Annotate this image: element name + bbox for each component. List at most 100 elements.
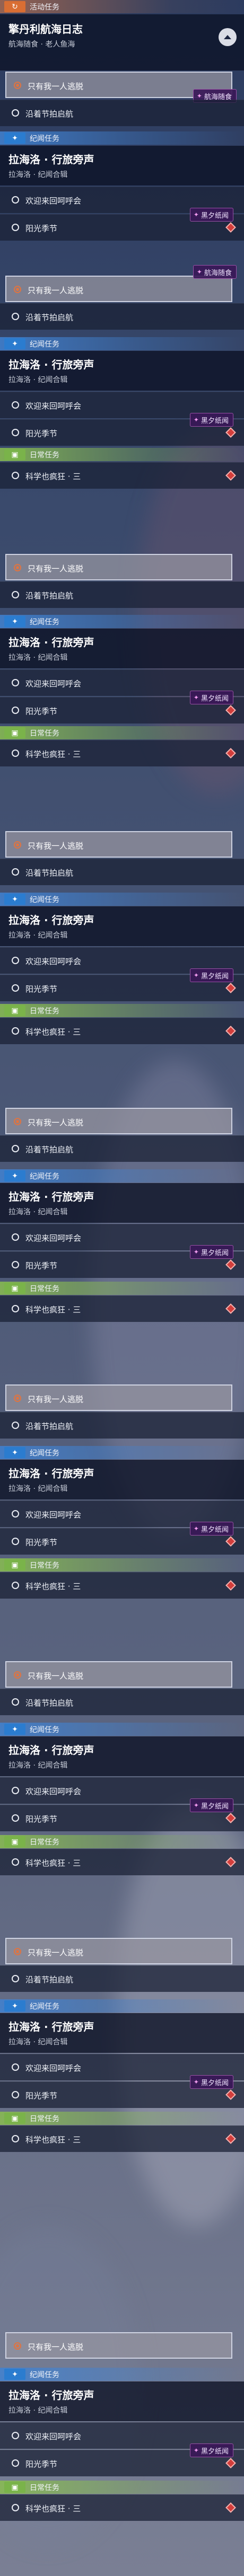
daily-task[interactable]: 科学也疯狂 · 三 bbox=[0, 1849, 244, 1875]
story-task-2[interactable]: 阳光季节 ✦ 黑夕纸闻 bbox=[0, 2443, 244, 2476]
daily-category-label: 日常任务 bbox=[30, 451, 59, 460]
event-current-task[interactable]: 只有我一人逃脱 bbox=[5, 554, 232, 580]
location-marker-icon[interactable] bbox=[225, 1303, 236, 1314]
story-quest-title-card[interactable]: 拉海洛 · 行旅旁声 拉海洛 · 纪闻合辑 bbox=[0, 351, 244, 391]
radio-icon bbox=[12, 196, 19, 204]
event-next-task[interactable]: 沿着节拍启航 bbox=[0, 303, 244, 330]
location-marker-icon[interactable] bbox=[225, 222, 236, 233]
story-task-2[interactable]: 阳光季节 ✦ 黑夕纸闻 bbox=[0, 413, 244, 446]
story-category-header[interactable]: ✦ 纪闻任务 bbox=[0, 1169, 244, 1183]
collapse-chevron-icon[interactable] bbox=[219, 28, 237, 46]
location-marker-icon[interactable] bbox=[225, 2458, 236, 2468]
sparkle-icon: ✦ bbox=[196, 92, 202, 100]
location-marker-icon[interactable] bbox=[225, 1536, 236, 1547]
event-current-task[interactable]: 只有我一人逃脱 bbox=[5, 1384, 232, 1411]
event-next-task[interactable]: 沿着节拍启航 bbox=[0, 1965, 244, 1992]
location-marker-icon[interactable] bbox=[225, 983, 236, 993]
location-marker-icon[interactable] bbox=[225, 2089, 236, 2100]
location-marker-icon[interactable] bbox=[225, 1813, 236, 1823]
story-task-2[interactable]: 阳光季节 ✦ 黑夕纸闻 bbox=[0, 691, 244, 724]
story-category-header[interactable]: ✦ 纪闻任务 bbox=[0, 2368, 244, 2381]
story-quest-title-card[interactable]: 拉海洛 · 行旅旁声 拉海洛 · 纪闻合辑 bbox=[0, 629, 244, 668]
event-next-task[interactable]: 沿着节拍启航 bbox=[0, 581, 244, 608]
event-quest-subtitle: 航海随食 · 老人鱼海 bbox=[8, 40, 75, 49]
story-quest-title-card[interactable]: 拉海洛 · 行旅旁声 拉海洛 · 纪闻合辑 bbox=[0, 906, 244, 946]
location-marker-icon[interactable] bbox=[225, 705, 236, 716]
daily-category-header[interactable]: ▣ 日常任务 bbox=[0, 1835, 244, 1848]
event-current-task[interactable]: 只有我一人逃脱 bbox=[5, 2332, 232, 2359]
daily-category-header[interactable]: ▣ 日常任务 bbox=[0, 1004, 244, 1017]
story-quest-title-card[interactable]: 拉海洛 · 行旅旁声 拉海洛 · 纪闻合辑 bbox=[0, 2381, 244, 2421]
daily-task[interactable]: 科学也疯狂 · 三 bbox=[0, 740, 244, 766]
story-category-icon: ✦ bbox=[4, 1170, 25, 1181]
event-quest-title-card[interactable]: 擎丹利航海日志 航海随食 · 老人鱼海 bbox=[0, 14, 244, 70]
daily-category-header[interactable]: ▣ 日常任务 bbox=[0, 2112, 244, 2125]
event-next-task[interactable]: 沿着节拍启航 bbox=[0, 1135, 244, 1162]
location-marker-icon[interactable] bbox=[225, 2502, 236, 2513]
event-current-task[interactable]: 只有我一人逃脱 ✦ 航海随食 bbox=[5, 265, 237, 302]
location-marker-icon[interactable] bbox=[225, 2133, 236, 2144]
story-hint-tag-label: 黑夕纸闻 bbox=[201, 1802, 229, 1811]
daily-task[interactable]: 科学也疯狂 · 三 bbox=[0, 1572, 244, 1599]
event-current-task[interactable]: 只有我一人逃脱 bbox=[5, 1108, 232, 1134]
story-hint-tag-label: 黑夕纸闻 bbox=[201, 211, 229, 220]
daily-category-header[interactable]: ▣ 日常任务 bbox=[0, 2481, 244, 2494]
location-marker-icon[interactable] bbox=[225, 427, 236, 438]
event-next-task[interactable]: 沿着节拍启航 bbox=[0, 1412, 244, 1439]
location-marker-icon[interactable] bbox=[225, 1580, 236, 1591]
event-next-task[interactable]: 沿着节拍启航 bbox=[0, 1689, 244, 1715]
event-category-header[interactable]: ↻ 活动任务 bbox=[0, 0, 244, 13]
event-current-task[interactable]: 只有我一人逃脱 bbox=[5, 1661, 232, 1688]
daily-task[interactable]: 科学也疯狂 · 三 bbox=[0, 462, 244, 489]
story-hint-tag-label: 黑夕纸闻 bbox=[201, 694, 229, 703]
daily-category-header[interactable]: ▣ 日常任务 bbox=[0, 448, 244, 461]
story-task-1-label: 欢迎来回呵呼会 bbox=[25, 1510, 82, 1520]
daily-task[interactable]: 科学也疯狂 · 三 bbox=[0, 1018, 244, 1044]
story-category-header[interactable]: ✦ 纪闻任务 bbox=[0, 1723, 244, 1736]
event-current-task[interactable]: 只有我一人逃脱 ✦ 航海随食 bbox=[5, 72, 237, 103]
story-task-2[interactable]: 阳光季节 ✦ 黑夕纸闻 bbox=[0, 208, 244, 241]
daily-category-header[interactable]: ▣ 日常任务 bbox=[0, 726, 244, 739]
story-task-2[interactable]: 阳光季节 ✦ 黑夕纸闻 bbox=[0, 1798, 244, 1831]
story-category-header[interactable]: ✦ 纪闻任务 bbox=[0, 615, 244, 628]
story-quest-title-card[interactable]: 拉海洛 · 行旅旁声 拉海洛 · 纪闻合辑 bbox=[0, 2013, 244, 2053]
event-next-task[interactable]: 沿着节拍启航 bbox=[0, 859, 244, 885]
story-quest-title-card[interactable]: 拉海洛 · 行旅旁声 拉海洛 · 纪闻合辑 bbox=[0, 146, 244, 186]
location-marker-icon[interactable] bbox=[225, 748, 236, 758]
location-marker-icon[interactable] bbox=[225, 1026, 236, 1036]
daily-task[interactable]: 科学也疯狂 · 三 bbox=[0, 1295, 244, 1322]
story-task-2[interactable]: 阳光季节 ✦ 黑夕纸闻 bbox=[0, 1522, 244, 1555]
story-category-header[interactable]: ✦ 纪闻任务 bbox=[0, 1999, 244, 2013]
event-next-task-label: 沿着节拍启航 bbox=[25, 1698, 74, 1708]
location-marker-icon[interactable] bbox=[225, 470, 236, 481]
story-quest-title-card[interactable]: 拉海洛 · 行旅旁声 拉海洛 · 纪闻合辑 bbox=[0, 1183, 244, 1223]
story-task-2[interactable]: 阳光季节 ✦ 黑夕纸闻 bbox=[0, 968, 244, 1001]
daily-category-label: 日常任务 bbox=[30, 729, 59, 738]
daily-task-label: 科学也疯狂 · 三 bbox=[25, 472, 81, 481]
story-category-label: 纪闻任务 bbox=[30, 135, 59, 143]
daily-category-header[interactable]: ▣ 日常任务 bbox=[0, 1558, 244, 1572]
story-category-header[interactable]: ✦ 纪闻任务 bbox=[0, 1446, 244, 1459]
daily-category-header[interactable]: ▣ 日常任务 bbox=[0, 1282, 244, 1295]
sparkle-icon: ✦ bbox=[193, 1248, 199, 1256]
story-task-1-label: 欢迎来回呵呼会 bbox=[25, 401, 82, 411]
daily-category-label: 日常任务 bbox=[30, 1007, 59, 1016]
story-hint-tag: ✦ 黑夕纸闻 bbox=[189, 968, 233, 982]
story-category-icon: ✦ bbox=[4, 2000, 25, 2012]
event-next-task[interactable]: 沿着节拍启航 bbox=[0, 100, 244, 126]
location-marker-icon[interactable] bbox=[225, 1857, 236, 1867]
radio-icon bbox=[12, 2063, 19, 2071]
story-task-2[interactable]: 阳光季节 ✦ 黑夕纸闻 bbox=[0, 1245, 244, 1278]
story-category-header[interactable]: ✦ 纪闻任务 bbox=[0, 337, 244, 350]
story-task-2[interactable]: 阳光季节 ✦ 黑夕纸闻 bbox=[0, 2075, 244, 2108]
story-category-header[interactable]: ✦ 纪闻任务 bbox=[0, 893, 244, 906]
daily-task[interactable]: 科学也疯狂 · 三 bbox=[0, 2125, 244, 2152]
event-current-task[interactable]: 只有我一人逃脱 bbox=[5, 831, 232, 858]
story-quest-title-card[interactable]: 拉海洛 · 行旅旁声 拉海洛 · 纪闻合辑 bbox=[0, 1460, 244, 1499]
event-current-task[interactable]: 只有我一人逃脱 bbox=[5, 1938, 232, 1964]
story-category-header[interactable]: ✦ 纪闻任务 bbox=[0, 131, 244, 145]
daily-task[interactable]: 科学也疯狂 · 三 bbox=[0, 2494, 244, 2521]
selected-radio-icon bbox=[14, 1395, 21, 1402]
location-marker-icon[interactable] bbox=[225, 1259, 236, 1270]
story-quest-title-card[interactable]: 拉海洛 · 行旅旁声 拉海洛 · 纪闻合辑 bbox=[0, 1736, 244, 1776]
